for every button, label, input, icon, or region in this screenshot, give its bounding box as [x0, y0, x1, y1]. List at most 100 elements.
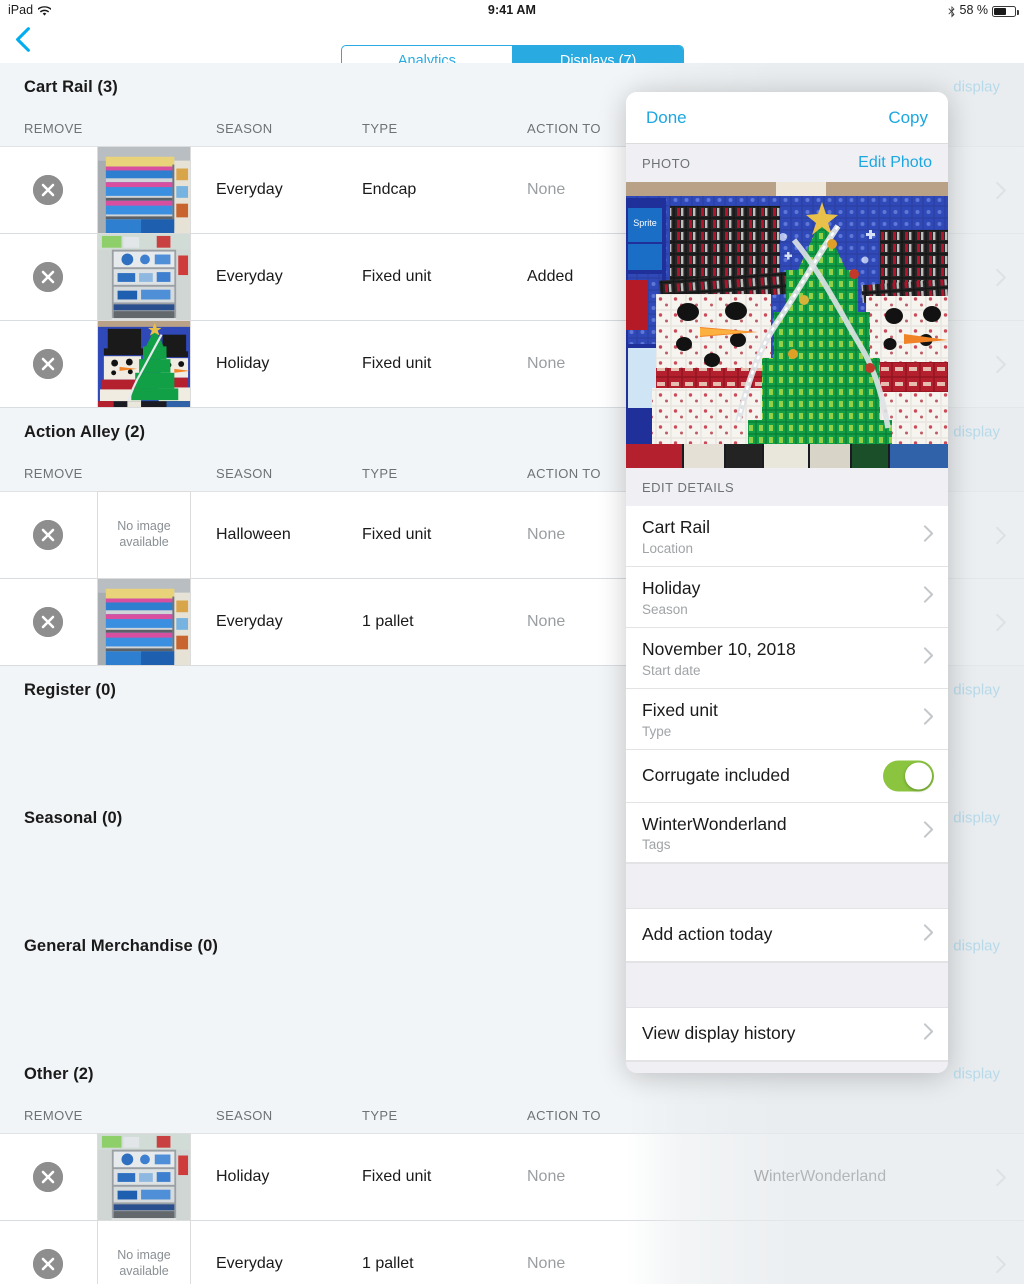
detail-row-start-date[interactable]: November 10, 2018 Start date	[626, 627, 948, 689]
display-thumbnail[interactable]	[97, 578, 191, 666]
remove-button[interactable]	[33, 349, 63, 379]
column-header-type: TYPE	[362, 1108, 398, 1123]
row-disclosure-icon[interactable]	[978, 613, 1024, 632]
column-header-season: SEASON	[216, 1108, 273, 1123]
column-header-remove: REMOVE	[24, 121, 83, 136]
add-action-row[interactable]: Add action today	[626, 909, 948, 963]
view-history-label: View display history	[642, 1023, 796, 1044]
detail-start-date-value: November 10, 2018	[642, 638, 796, 659]
view-history-row[interactable]: View display history	[626, 1008, 948, 1062]
row-disclosure-icon[interactable]	[978, 1168, 1024, 1187]
tags-cell: WinterWonderland	[753, 1168, 887, 1185]
chevron-right-icon	[923, 524, 934, 547]
photo-section-label: PHOTO	[642, 155, 691, 171]
modal-header: Done Copy	[626, 92, 948, 144]
column-header-action: ACTION TO	[527, 1108, 601, 1123]
season-cell: Holiday	[216, 1168, 270, 1185]
type-cell: Fixed unit	[362, 1168, 432, 1185]
section-title: Other (2)	[24, 1064, 94, 1083]
copy-button[interactable]: Copy	[888, 108, 928, 128]
edit-photo-button[interactable]: Edit Photo	[858, 154, 932, 172]
column-header-type: TYPE	[362, 466, 398, 481]
remove-button[interactable]	[33, 607, 63, 637]
section-title: General Merchandise (0)	[24, 936, 218, 955]
chevron-right-icon	[923, 585, 934, 608]
chevron-right-icon	[923, 1023, 934, 1046]
section-title: Seasonal (0)	[24, 808, 123, 827]
column-header-type: TYPE	[362, 121, 398, 136]
add-display-link[interactable]: display	[953, 79, 1000, 96]
modal-bottom-spacer	[626, 1061, 948, 1073]
status-bar-right: 58 %	[947, 3, 1019, 18]
add-display-link[interactable]: display	[953, 424, 1000, 441]
no-image-placeholder[interactable]: No image available	[97, 491, 191, 579]
remove-cell	[0, 1162, 96, 1192]
season-cell: Everyday	[216, 181, 283, 198]
remove-button[interactable]	[33, 1162, 63, 1192]
remove-button[interactable]	[33, 1249, 63, 1279]
type-cell: Fixed unit	[362, 268, 432, 285]
row-disclosure-icon[interactable]	[978, 526, 1024, 545]
edit-display-modal: Done Copy PHOTO Edit Photo Sprite EDIT D…	[626, 92, 948, 1073]
no-image-placeholder[interactable]: No image available	[97, 1220, 191, 1284]
add-display-link[interactable]: display	[953, 938, 1000, 955]
photo-cell	[96, 233, 192, 321]
back-button[interactable]	[6, 25, 40, 59]
detail-season-label: Season	[642, 601, 688, 617]
chevron-left-icon	[14, 26, 32, 58]
detail-row-tags[interactable]: WinterWonderland Tags	[626, 802, 948, 864]
table-row[interactable]: Holiday Fixed unit None WinterWonderland	[0, 1133, 1024, 1221]
display-thumbnail[interactable]	[97, 320, 191, 408]
corrugate-toggle[interactable]	[883, 760, 934, 791]
display-thumbnail[interactable]	[97, 146, 191, 234]
remove-cell	[0, 262, 96, 292]
detail-row-corrugate[interactable]: Corrugate included	[626, 749, 948, 803]
detail-row-season[interactable]: Holiday Season	[626, 566, 948, 628]
holiday-soda-wall-photo-graphic: Sprite	[626, 182, 948, 468]
season-cell: Halloween	[216, 526, 291, 543]
chevron-right-icon	[923, 646, 934, 669]
done-button[interactable]: Done	[646, 108, 687, 128]
remove-cell	[0, 607, 96, 637]
status-bar-time: 9:41 AM	[487, 3, 537, 17]
row-disclosure-icon[interactable]	[978, 268, 1024, 287]
photo-cell	[96, 146, 192, 234]
type-cell: Endcap	[362, 181, 417, 198]
display-thumbnail[interactable]	[97, 1133, 191, 1221]
remove-button[interactable]	[33, 175, 63, 205]
add-display-link[interactable]: display	[953, 1066, 1000, 1083]
table-row[interactable]: No image available Everyday 1 pallet Non…	[0, 1220, 1024, 1284]
remove-cell	[0, 349, 96, 379]
battery-percent-label: 58 %	[959, 3, 989, 17]
detail-location-label: Location	[642, 540, 694, 556]
row-disclosure-icon[interactable]	[978, 181, 1024, 200]
season-cell: Holiday	[216, 355, 270, 372]
photo-section-header: PHOTO Edit Photo	[626, 144, 948, 182]
type-cell: 1 pallet	[362, 613, 414, 630]
detail-type-value: Fixed unit	[642, 699, 718, 720]
section-title: Action Alley (2)	[24, 422, 146, 441]
add-display-link[interactable]: display	[953, 810, 1000, 827]
photo-cell: No image available	[96, 491, 192, 579]
bluetooth-icon	[947, 5, 956, 18]
detail-tags-label: Tags	[642, 837, 671, 853]
add-display-link[interactable]: display	[953, 682, 1000, 699]
row-disclosure-icon[interactable]	[978, 355, 1024, 374]
display-thumbnail[interactable]	[97, 233, 191, 321]
remove-button[interactable]	[33, 262, 63, 292]
row-disclosure-icon[interactable]	[978, 1255, 1024, 1274]
detail-start-date-label: Start date	[642, 662, 701, 678]
photo-cell	[96, 1133, 192, 1221]
display-photo[interactable]: Sprite	[626, 182, 948, 468]
detail-type-label: Type	[642, 723, 672, 739]
svg-text:Sprite: Sprite	[633, 218, 657, 228]
detail-row-type[interactable]: Fixed unit Type	[626, 688, 948, 750]
details-section-header: EDIT DETAILS	[626, 468, 948, 506]
photo-cell	[96, 578, 192, 666]
status-bar: iPad 9:41 AM 58 %	[0, 0, 1024, 20]
remove-button[interactable]	[33, 520, 63, 550]
detail-row-location[interactable]: Cart Rail Location	[626, 506, 948, 567]
type-cell: Fixed unit	[362, 355, 432, 372]
chevron-right-icon	[923, 821, 934, 844]
action-cell: None	[527, 1255, 566, 1272]
